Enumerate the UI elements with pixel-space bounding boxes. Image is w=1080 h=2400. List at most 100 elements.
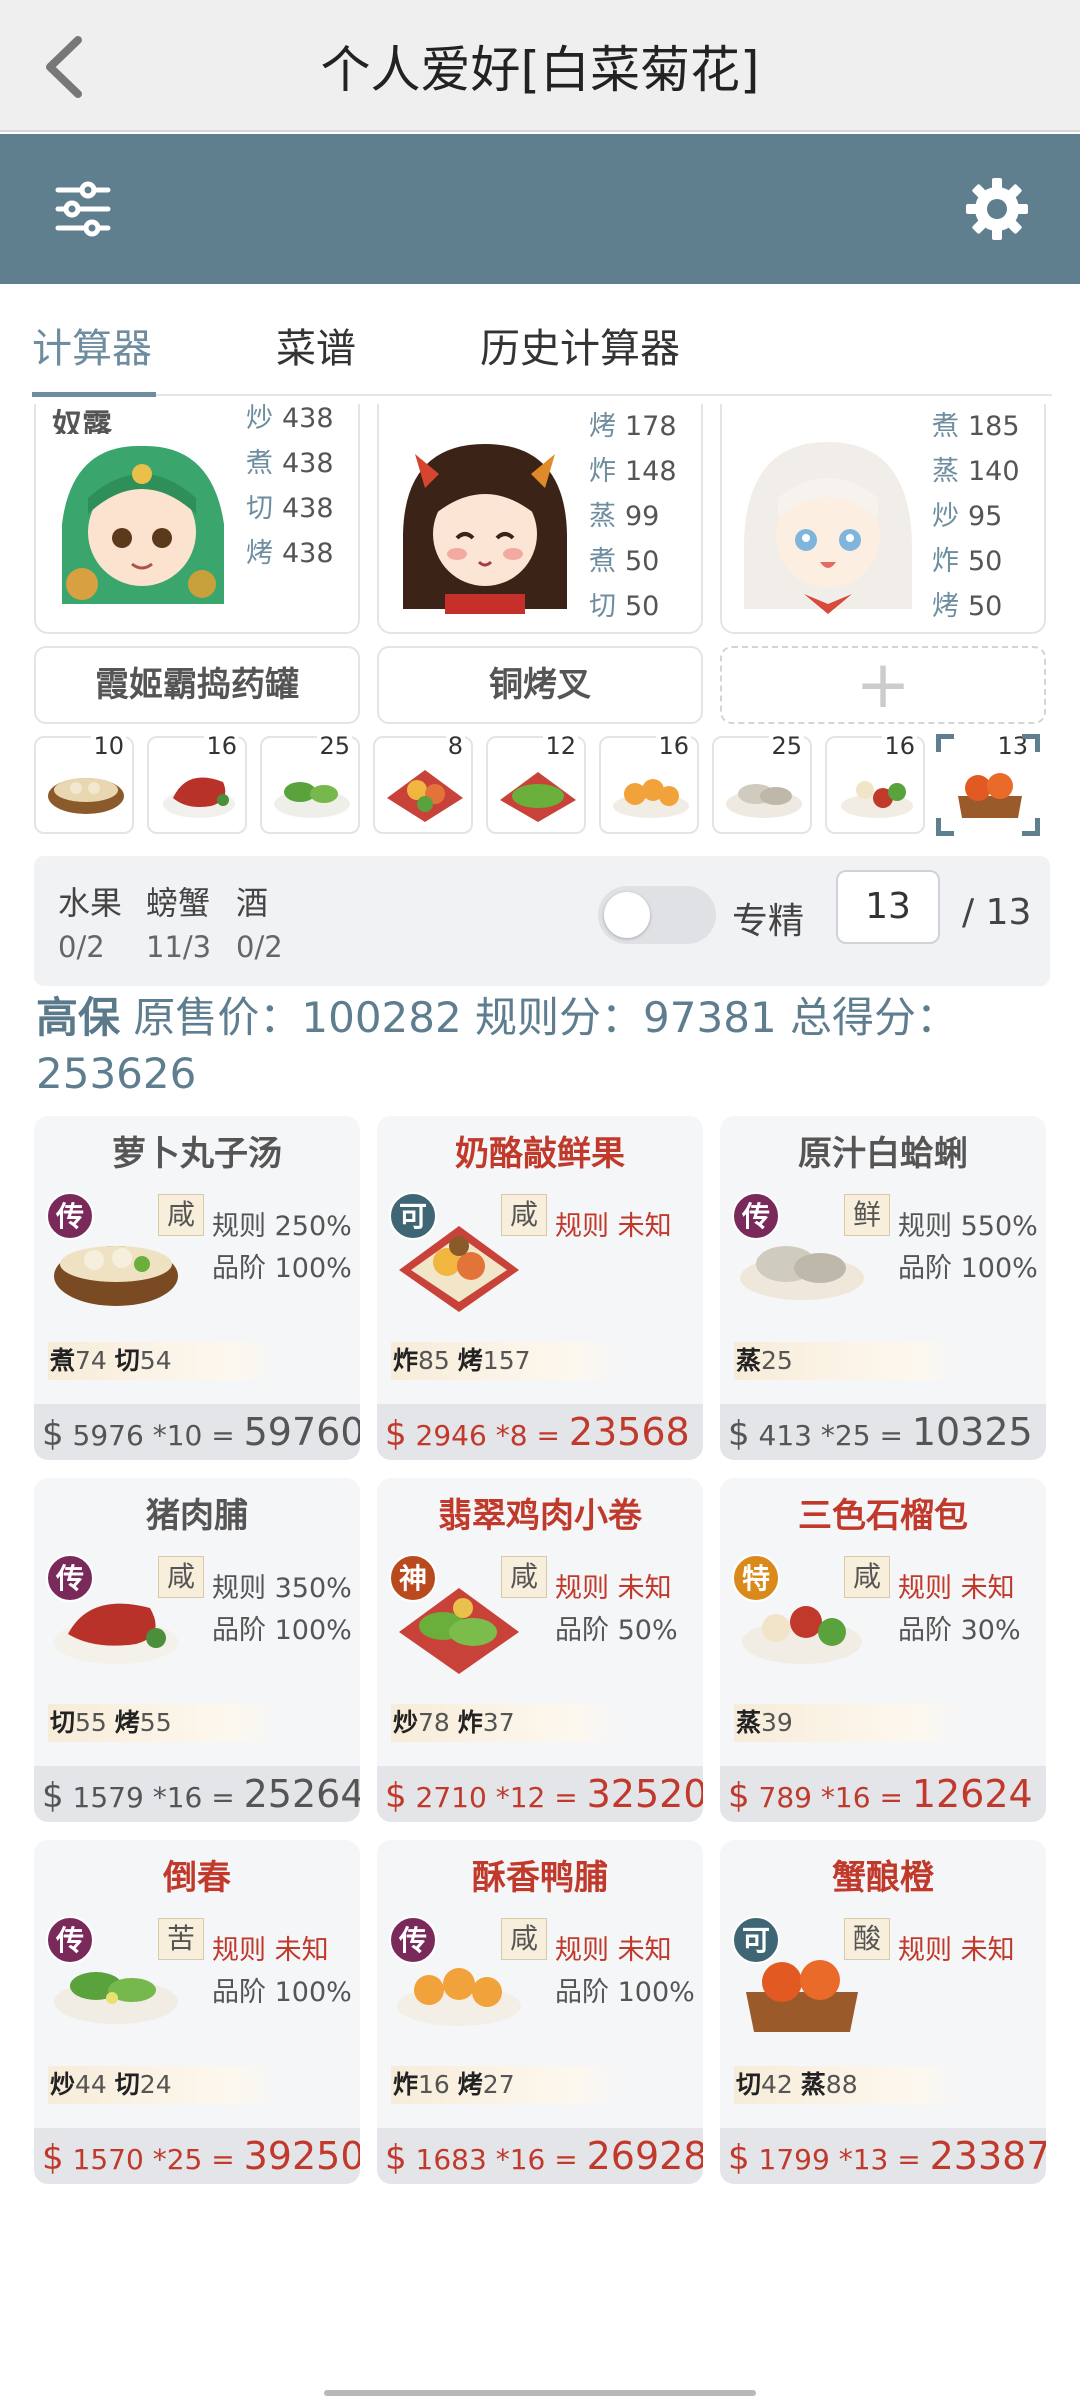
rarity-badge: 传 (46, 1192, 94, 1240)
taste-tag: 咸 (501, 1556, 547, 1598)
slot-count: 16 (882, 732, 917, 760)
home-indicator (324, 2390, 756, 2396)
dish-skill-value: 78 (418, 1708, 450, 1737)
taste-tag: 鲜 (844, 1194, 890, 1236)
dish-skill-value: 85 (418, 1346, 450, 1375)
quantity: *12 (495, 1781, 546, 1814)
summary-tag: 高保 (36, 993, 121, 1042)
skill-steam-label: 蒸 (932, 456, 959, 487)
add-equipment-button[interactable]: + (720, 646, 1046, 724)
dish-rule: 规则 未知 (898, 1935, 1015, 1966)
dish-total: 26928 (586, 2134, 703, 2178)
ingredient-crab: 螃蟹 11/3 (146, 878, 211, 964)
equipment-slot-1[interactable]: 霞姬霸捣药罐 (34, 646, 360, 724)
dish-card[interactable]: 三色石榴包 特 咸 规则 未知 品阶 30% 蒸39 $ 789 *16 = 1… (720, 1478, 1046, 1822)
ingredient-fruit: 水果 0/2 (58, 878, 122, 964)
dish-skill-row: 蒸25 (734, 1342, 964, 1380)
recipe-slot-3[interactable]: 25 (260, 732, 360, 834)
dish-card[interactable]: 倒春 传 苦 规则 未知 品阶 100% 炒44 切24 $ 1570 *25 … (34, 1840, 360, 2184)
rarity-badge: 可 (732, 1916, 780, 1964)
dish-skill-label: 烤 (457, 1346, 483, 1375)
recipe-slot-6[interactable]: 16 (599, 732, 699, 834)
dish-skill-label: 炸 (393, 1346, 419, 1375)
ingredient-label: 酒 (236, 884, 269, 922)
quantity: *25 (152, 2143, 203, 2176)
dish-skill-label: 蒸 (736, 1346, 762, 1375)
dish-name: 翡翠鸡肉小卷 (438, 1496, 642, 1536)
equipment-slot-2[interactable]: 铜烤叉 (377, 646, 703, 724)
dish-skill-value: 25 (761, 1346, 793, 1375)
recipe-slot-5[interactable]: 12 (486, 732, 586, 834)
skill-value: 50 (968, 546, 1003, 577)
dish-name: 酥香鸭脯 (472, 1858, 608, 1898)
dish-skill-row: 炒44 切24 (48, 2066, 278, 2104)
dish-skill-value: 74 (75, 1346, 107, 1375)
dish-skill-label: 蒸 (800, 2070, 826, 2099)
dish-total: 23568 (568, 1410, 690, 1454)
recipe-slot-4[interactable]: 8 (373, 732, 473, 834)
ingredient-label: 水果 (58, 884, 123, 922)
dish-card[interactable]: 猪肉脯 传 咸 规则 350% 品阶 100% 切55 烤55 $ 1579 *… (34, 1478, 360, 1822)
taste-tag: 酸 (844, 1918, 890, 1960)
dollar-icon: $ (385, 2138, 407, 2178)
dish-grade: 品阶 30% (898, 1615, 1021, 1646)
price-row: $ 2946 *8 = 23568 (377, 1404, 703, 1460)
recipe-slot-9-selected[interactable]: 13 (936, 732, 1040, 836)
price-row: $ 5976 *10 = 59760 (34, 1404, 360, 1460)
dish-thumb-icon (958, 773, 1022, 818)
dish-name: 奶酪敲鲜果 (455, 1134, 625, 1174)
dish-skill-label: 炒 (50, 2070, 76, 2099)
recipe-slot-7[interactable]: 25 (712, 732, 812, 834)
dish-card[interactable]: 蟹酿橙 可 酸 规则 未知 切42 蒸88 $ 1799 *13 = 23387 (720, 1840, 1046, 2184)
specialize-toggle[interactable] (598, 886, 716, 944)
dish-skill-value: 44 (75, 2070, 107, 2099)
dish-total: 12624 (911, 1772, 1033, 1816)
unit-price: 5976 (72, 1419, 144, 1452)
recipe-slot-1[interactable]: 10 (34, 732, 134, 834)
unit-price: 1799 (758, 2143, 830, 2176)
quantity: *16 (820, 1781, 871, 1814)
tab-history-calculator[interactable]: 历史计算器 (480, 316, 680, 374)
price-row: $ 789 *16 = 12624 (720, 1766, 1046, 1822)
dish-grade: 品阶 100% (212, 1253, 352, 1284)
dish-skill-label: 切 (114, 1346, 140, 1375)
taste-tag: 咸 (501, 1918, 547, 1960)
taste-tag: 咸 (844, 1556, 890, 1598)
score-summary: 高保 原售价：100282 规则分：97381 总得分：253626 (36, 990, 1046, 1102)
dish-skill-label: 切 (114, 2070, 140, 2099)
dish-skill-value: 27 (482, 2070, 515, 2099)
ingredient-count: 0/2 (58, 930, 105, 964)
chef-avatar (395, 434, 575, 614)
selection-corner (1022, 818, 1040, 836)
chef-card-3[interactable]: 煮 185 蒸 140 炒 95 炸 50 烤 50 (720, 404, 1046, 634)
quantity: *8 (495, 1419, 528, 1452)
dish-card[interactable]: 酥香鸭脯 传 咸 规则 未知 品阶 100% 炸16 烤27 $ 1683 *1… (377, 1840, 703, 2184)
sliders-icon[interactable] (48, 174, 118, 244)
rarity-badge: 传 (732, 1192, 780, 1240)
dish-card[interactable]: 奶酪敲鲜果 可 咸 规则 未知 炸85 烤157 $ 2946 *8 = 235… (377, 1116, 703, 1460)
dish-grade: 品阶 100% (555, 1977, 695, 2008)
summary-text: 原售价：100282 规则分：97381 总得分：253626 (36, 993, 959, 1098)
dish-name: 三色石榴包 (798, 1496, 968, 1536)
dish-card[interactable]: 萝卜丸子汤 传 咸 规则 250% 品阶 100% 煮74 切54 $ 5976… (34, 1116, 360, 1460)
chef-card-2[interactable]: 烤 178 炸 148 蒸 99 煮 50 切 50 (377, 404, 703, 634)
tab-recipes[interactable]: 菜谱 (276, 316, 356, 374)
dish-card[interactable]: 原汁白蛤蜊 传 鲜 规则 550% 品阶 100% 蒸25 $ 413 *25 … (720, 1116, 1046, 1460)
skill-value: 438 (282, 538, 334, 569)
dish-rule: 规则 未知 (555, 1573, 672, 1604)
tab-calculator[interactable]: 计算器 (32, 316, 152, 374)
dish-skill-label: 烤 (114, 1708, 140, 1737)
ingredient-count: 11/3 (146, 930, 212, 964)
specialize-label: 专精 (732, 901, 805, 942)
skill-roast-label: 烤 (246, 538, 273, 569)
count-input[interactable]: 13 (836, 870, 940, 944)
dish-card[interactable]: 翡翠鸡肉小卷 神 咸 规则 未知 品阶 50% 炒78 炸37 $ 2710 *… (377, 1478, 703, 1822)
dish-rule: 规则 未知 (555, 1211, 672, 1242)
dish-skill-value: 24 (139, 2070, 172, 2099)
recipe-slot-2[interactable]: 16 (147, 732, 247, 834)
dish-skill-value: 16 (418, 2070, 450, 2099)
chef-card-1[interactable]: 奴露 炒 438 煮 438 切 438 烤 438 (34, 404, 360, 634)
skill-stir-fry-label: 炒 (932, 501, 959, 532)
gear-icon[interactable] (962, 174, 1032, 244)
recipe-slot-8[interactable]: 16 (825, 732, 925, 834)
